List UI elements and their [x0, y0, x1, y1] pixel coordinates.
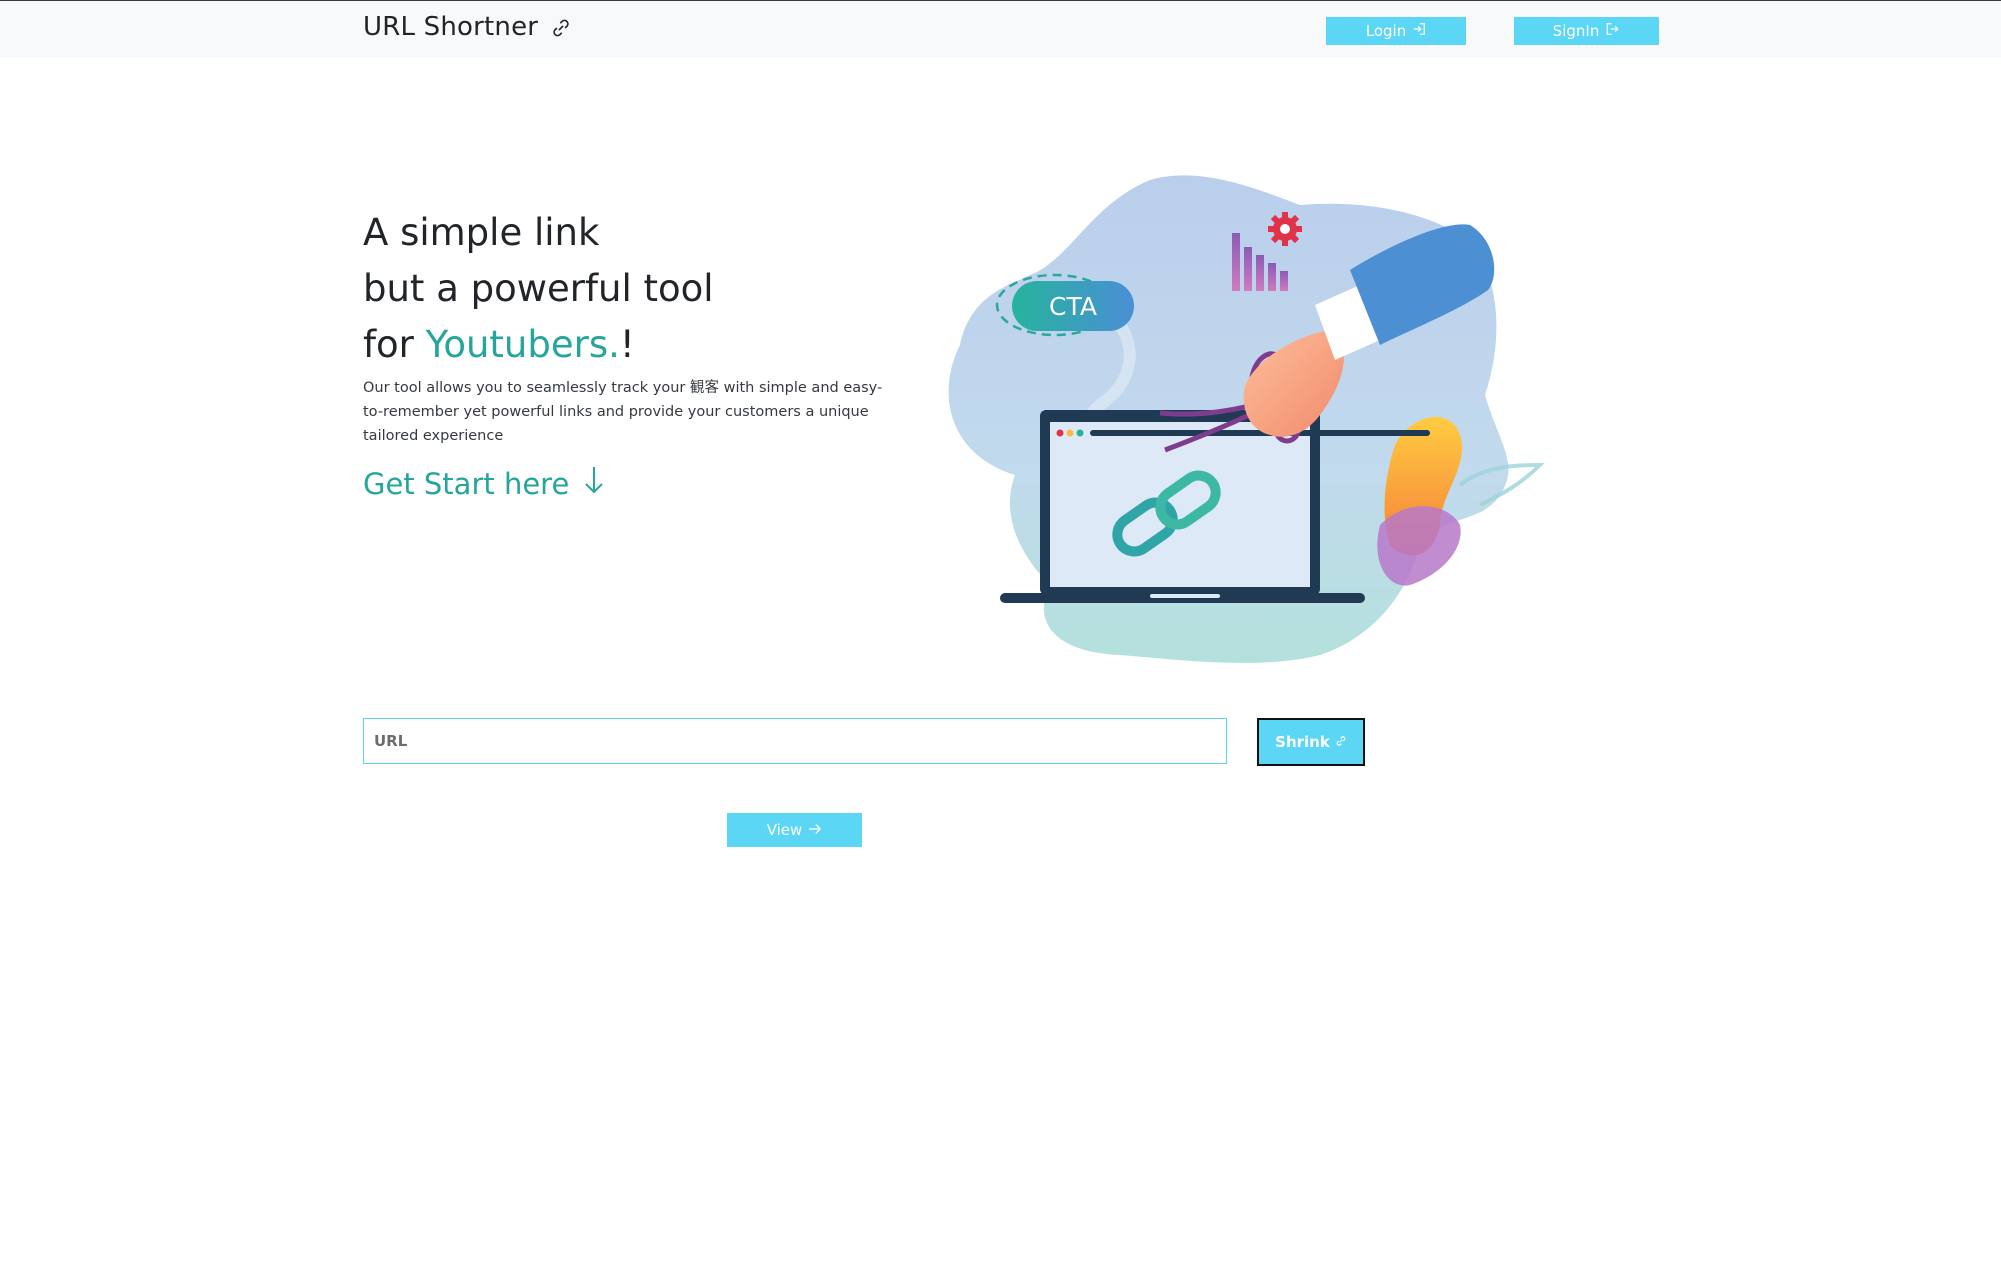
view-button[interactable]: View [727, 813, 862, 847]
hero-accent-word: Youtubers. [425, 323, 620, 366]
shrink-button[interactable]: Shrink [1257, 718, 1365, 766]
login-label: Login [1365, 22, 1407, 40]
gear-icon [1268, 212, 1302, 246]
url-input[interactable] [363, 718, 1227, 764]
get-start-label: Get Start here [363, 466, 570, 501]
login-icon [1412, 22, 1426, 40]
hero-heading: A simple link but a powerful tool for Yo… [363, 205, 714, 373]
arrow-down-icon [583, 465, 605, 502]
hero-description: Our tool allows you to seamlessly track … [363, 380, 883, 444]
brand[interactable]: URL Shortner [363, 12, 572, 42]
hero-illustration: CTA [940, 165, 1550, 675]
link-icon [550, 16, 572, 38]
hero-line-3-prefix: for [363, 323, 426, 366]
view-label: View [766, 821, 803, 839]
get-start-link[interactable]: Get Start here [363, 465, 605, 502]
hero-line-1: A simple link [363, 211, 600, 254]
brand-title: URL Shortner [363, 12, 539, 42]
hero-line-2: but a powerful tool [363, 267, 714, 310]
signin-icon [1605, 22, 1620, 40]
cta-badge-text: CTA [1049, 292, 1097, 321]
signin-button[interactable]: SignIn [1514, 17, 1659, 45]
signin-label: SignIn [1552, 22, 1600, 40]
login-button[interactable]: Login [1326, 17, 1466, 45]
navbar: URL Shortner Login SignIn [0, 1, 2001, 58]
link-icon [1335, 733, 1347, 751]
shrink-label: Shrink [1275, 733, 1330, 751]
hero-line-3-suffix: ! [619, 323, 635, 366]
arrow-right-icon [808, 821, 822, 839]
